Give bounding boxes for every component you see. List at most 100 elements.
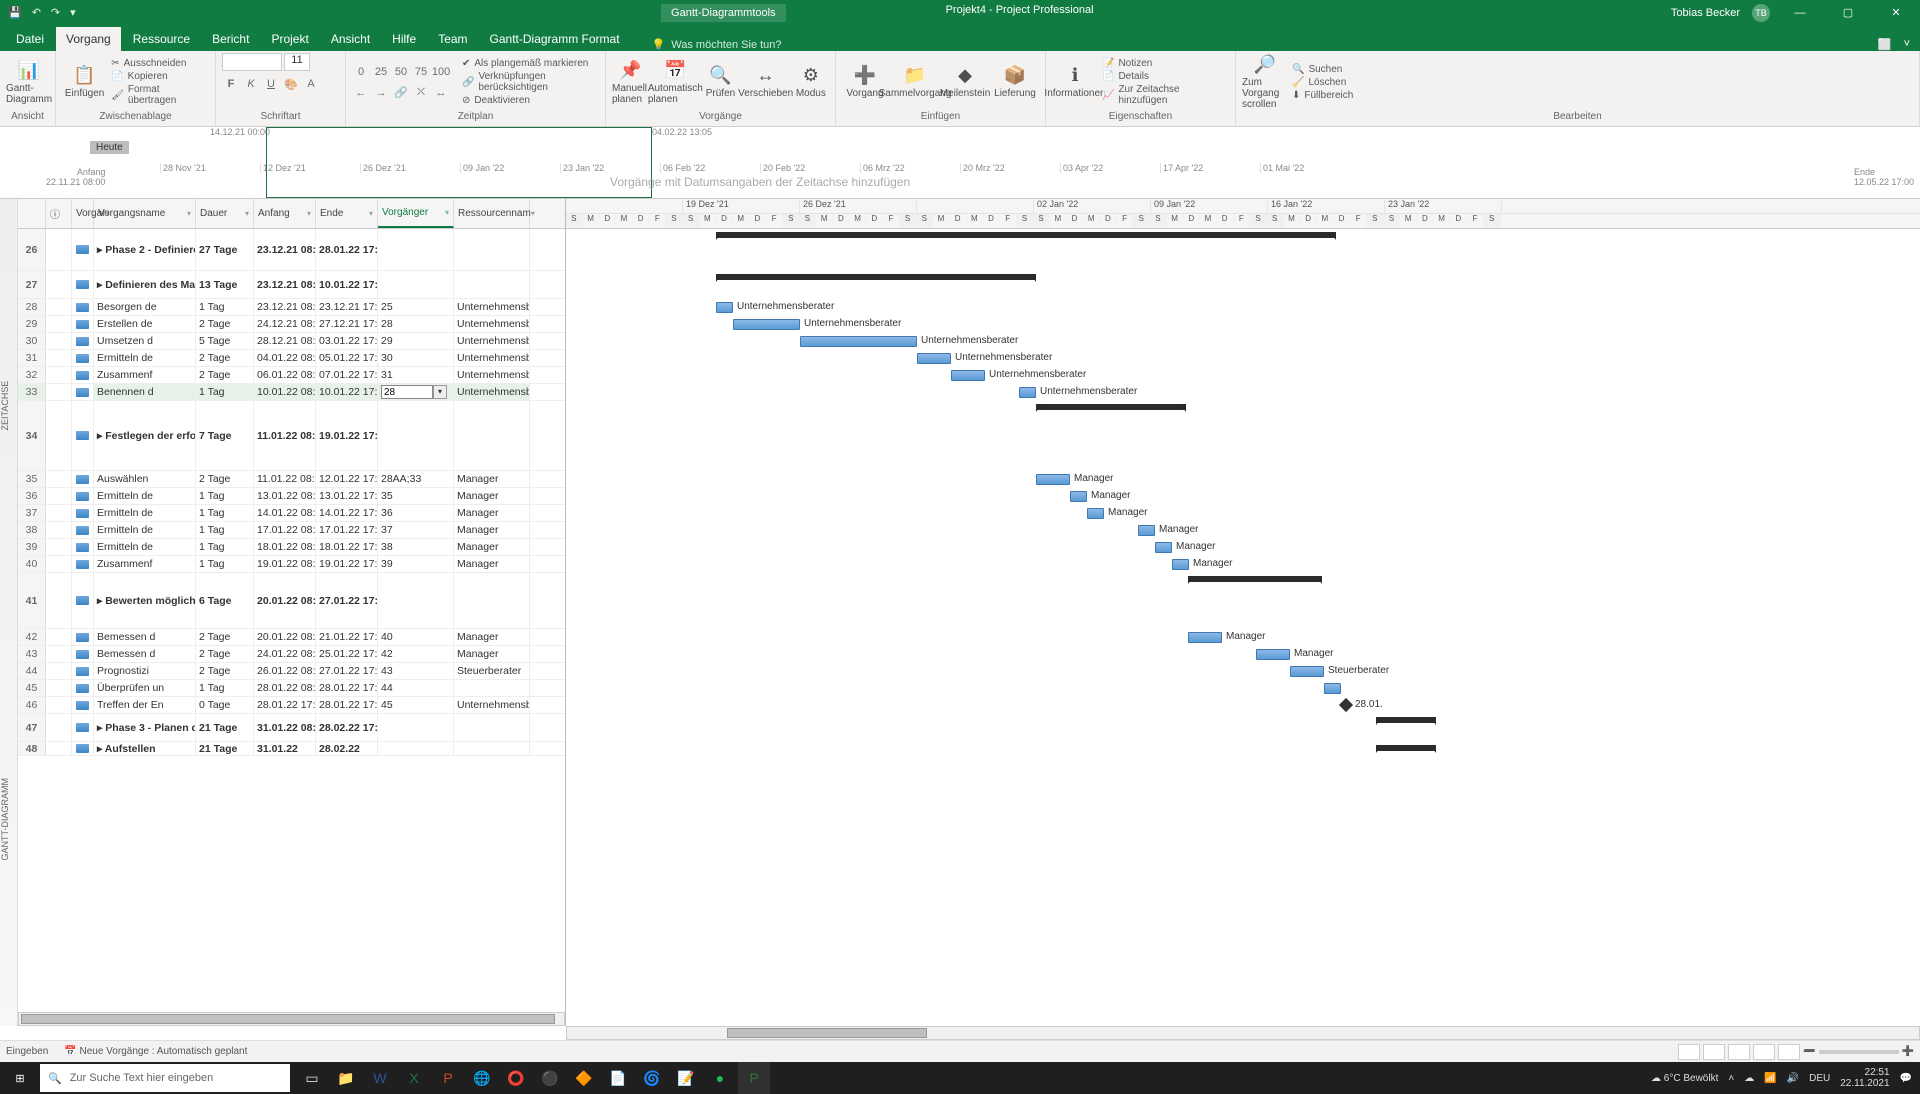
cell-predecessors[interactable] xyxy=(378,401,454,470)
cell-predecessors[interactable] xyxy=(378,271,454,298)
scroll-to-task-button[interactable]: 🔎Zum Vorgang scrollen xyxy=(1242,54,1288,110)
cell-name[interactable]: ▸ Bewerten möglicher Risiken und Chancen xyxy=(94,573,196,628)
cell-duration[interactable]: 1 Tag xyxy=(196,488,254,504)
cell-start[interactable]: 20.01.22 08:0 xyxy=(254,629,316,645)
cell-predecessors[interactable]: 38 xyxy=(378,539,454,555)
cell-start[interactable]: 04.01.22 08:0 xyxy=(254,350,316,366)
wifi-icon[interactable]: 📶 xyxy=(1764,1073,1776,1084)
cell-start[interactable]: 31.01.22 xyxy=(254,742,316,755)
mode-button[interactable]: ⚙Modus xyxy=(793,65,829,99)
cell-duration[interactable]: 13 Tage xyxy=(196,271,254,298)
gantt-chart[interactable]: 19 Dez '2126 Dez '2102 Jan '2209 Jan '22… xyxy=(566,199,1920,1026)
gantt-summary-bar[interactable] xyxy=(1036,404,1186,410)
table-hscroll[interactable] xyxy=(21,1014,555,1024)
cell-finish[interactable]: 19.01.22 17:0 xyxy=(316,556,378,572)
cell-name[interactable]: Zusammenf xyxy=(94,556,196,572)
pct75-icon[interactable]: 75 xyxy=(412,63,430,81)
zoom-in-icon[interactable]: ➕ xyxy=(1902,1046,1914,1057)
deliverable-button[interactable]: 📦Lieferung xyxy=(992,65,1038,99)
cell-duration[interactable]: 2 Tage xyxy=(196,471,254,487)
cell-predecessors[interactable]: 28AA;33 xyxy=(378,471,454,487)
cell-duration[interactable]: 2 Tage xyxy=(196,629,254,645)
cell-predecessors[interactable]: 31 xyxy=(378,367,454,383)
cell-resources[interactable]: Manager xyxy=(454,488,530,504)
gantt-task-bar[interactable] xyxy=(1290,666,1324,677)
cell-predecessors[interactable] xyxy=(378,742,454,755)
cell-resources[interactable]: Manager xyxy=(454,646,530,662)
gantt-task-bar[interactable] xyxy=(733,319,800,330)
cell-predecessors[interactable]: 36 xyxy=(378,505,454,521)
gantt-task-bar[interactable] xyxy=(1256,649,1290,660)
table-row[interactable]: 34 ▸ Festlegen der erforderlichen Materi… xyxy=(18,401,565,471)
cell-name[interactable]: Ermitteln de xyxy=(94,505,196,521)
cell-finish[interactable]: 14.01.22 17:0 xyxy=(316,505,378,521)
cell-predecessors[interactable] xyxy=(378,714,454,741)
cell-predecessors[interactable]: ▾ xyxy=(378,384,454,400)
start-button[interactable]: ⊞ xyxy=(0,1062,40,1094)
gantt-summary-bar[interactable] xyxy=(1376,717,1436,723)
deactivate-button[interactable]: ⊘ Deaktivieren xyxy=(462,95,599,106)
cell-start[interactable]: 23.12.21 08:0 xyxy=(254,299,316,315)
word-icon[interactable]: W xyxy=(364,1062,396,1094)
qat-more-icon[interactable]: ▾ xyxy=(70,6,76,19)
cell-name[interactable]: Ermitteln de xyxy=(94,539,196,555)
cell-predecessors[interactable]: 37 xyxy=(378,522,454,538)
user-avatar[interactable]: TB xyxy=(1752,4,1770,22)
cell-name[interactable]: Bemessen d xyxy=(94,629,196,645)
cell-predecessors[interactable] xyxy=(378,573,454,628)
predecessor-input[interactable] xyxy=(381,385,433,399)
cell-resources[interactable] xyxy=(454,680,530,696)
cell-predecessors[interactable] xyxy=(378,229,454,270)
tell-me[interactable]: 💡 Was möchten Sie tun? xyxy=(652,38,782,51)
excel-icon[interactable]: X xyxy=(398,1062,430,1094)
cell-resources[interactable]: Unternehmensb xyxy=(454,316,530,332)
italic-button[interactable]: K xyxy=(242,75,260,93)
cell-duration[interactable]: 1 Tag xyxy=(196,522,254,538)
gantt-task-bar[interactable] xyxy=(716,302,733,313)
context-tab[interactable]: Gantt-Diagrammtools xyxy=(661,4,786,22)
cell-name[interactable]: Auswählen xyxy=(94,471,196,487)
summary-button[interactable]: 📁Sammelvorgang xyxy=(892,65,938,99)
cell-duration[interactable]: 21 Tage xyxy=(196,742,254,755)
cell-name[interactable]: Benennen d xyxy=(94,384,196,400)
cell-resources[interactable] xyxy=(454,714,530,741)
gantt-task-bar[interactable] xyxy=(1138,525,1155,536)
predecessor-dropdown-icon[interactable]: ▾ xyxy=(433,385,447,399)
unlink-icon[interactable]: ⛌ xyxy=(412,84,430,102)
cell-duration[interactable]: 1 Tag xyxy=(196,384,254,400)
table-row[interactable]: 27 ▸ Definieren des Marktes13 Tage23.12.… xyxy=(18,271,565,299)
table-row[interactable]: 48 ▸ Aufstellen21 Tage31.01.2228.02.22 xyxy=(18,742,565,756)
gantt-summary-bar[interactable] xyxy=(716,232,1336,238)
pct0-icon[interactable]: 0 xyxy=(352,63,370,81)
gantt-task-bar[interactable] xyxy=(1172,559,1189,570)
milestone-button[interactable]: ◆Meilenstein xyxy=(942,65,988,99)
col-indicators[interactable]: ⓘ xyxy=(46,199,72,228)
cell-name[interactable]: Ermitteln de xyxy=(94,350,196,366)
auto-schedule-button[interactable]: 📅Automatisch planen xyxy=(652,60,698,105)
mark-on-track-button[interactable]: ✔ Als plangemäß markieren xyxy=(462,58,599,69)
view-team-button[interactable] xyxy=(1728,1044,1750,1060)
tab-gantt-format[interactable]: Gantt-Diagramm Format xyxy=(480,27,630,51)
edge2-icon[interactable]: 🌀 xyxy=(636,1062,668,1094)
cell-predecessors[interactable]: 39 xyxy=(378,556,454,572)
format-painter-button[interactable]: 🖌 Format übertragen xyxy=(111,84,209,106)
fill-color-button[interactable]: 🎨 xyxy=(282,75,300,93)
gantt-task-bar[interactable] xyxy=(1070,491,1087,502)
gantt-task-bar[interactable] xyxy=(917,353,951,364)
cell-start[interactable]: 18.01.22 08:0 xyxy=(254,539,316,555)
cell-finish[interactable]: 07.01.22 17:0 xyxy=(316,367,378,383)
cell-start[interactable]: 20.01.22 08:00 xyxy=(254,573,316,628)
cell-name[interactable]: ▸ Phase 3 - Planen der Umsetzung xyxy=(94,714,196,741)
today-marker[interactable]: Heute xyxy=(90,141,129,154)
cell-start[interactable]: 19.01.22 08:0 xyxy=(254,556,316,572)
table-row[interactable]: 28 Besorgen de1 Tag23.12.21 08:023.12.21… xyxy=(18,299,565,316)
cell-resources[interactable]: Unternehmensb xyxy=(454,384,530,400)
cell-finish[interactable]: 28.01.22 17:0 xyxy=(316,680,378,696)
cell-name[interactable]: Ermitteln de xyxy=(94,488,196,504)
cell-duration[interactable]: 1 Tag xyxy=(196,299,254,315)
tab-hilfe[interactable]: Hilfe xyxy=(382,27,426,51)
gantt-task-bar[interactable] xyxy=(1188,632,1222,643)
cell-duration[interactable]: 6 Tage xyxy=(196,573,254,628)
cell-start[interactable]: 28.01.22 08:0 xyxy=(254,680,316,696)
cell-predecessors[interactable]: 28 xyxy=(378,316,454,332)
